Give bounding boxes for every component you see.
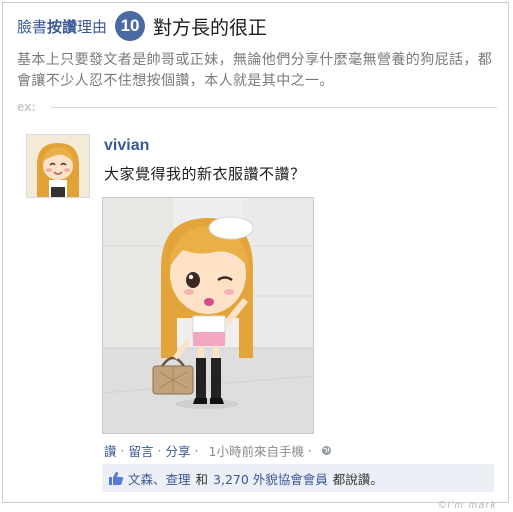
post-card: 臉書按讚理由 10 對方長的很正 基本上只要發文者是帥哥或正妹，無論他們分享什麼… [2, 2, 509, 503]
divider-line [51, 107, 497, 108]
like-link[interactable]: 讚 [104, 441, 117, 460]
tip-description: 基本上只要發文者是帥哥或正妹，無論他們分享什麼毫無營養的狗屁話，都會讓不少人忍不… [17, 52, 493, 89]
tip-header: 臉書按讚理由 10 對方長的很正 [17, 11, 267, 41]
tip-title: 對方長的很正 [153, 16, 268, 39]
post-text: 大家覺得我的新衣服讚不讚？ [104, 165, 306, 183]
post-timestamp[interactable]: 1小時前來自手機 [209, 441, 304, 460]
separator: · [307, 443, 312, 458]
separator: · [157, 443, 162, 458]
thumbs-up-icon [109, 471, 124, 485]
post-actions: 讚 · 留言 · 分享 · 1小時前來自手機 · [104, 441, 332, 460]
post-photo[interactable] [102, 197, 314, 434]
post-author[interactable]: vivian [104, 137, 149, 155]
avatar[interactable] [26, 134, 90, 198]
other-likers-link[interactable]: 3,270 外貌協會會員 [213, 469, 328, 488]
example-label: ex: [17, 99, 36, 114]
series-label: 臉書按讚理由 [17, 17, 108, 36]
share-link[interactable]: 分享 [166, 441, 191, 460]
separator: · [194, 443, 199, 458]
liker-names[interactable]: 文森、查理 [128, 469, 191, 488]
likes-conjunction: 和 [195, 471, 209, 487]
example-divider: ex: [17, 99, 497, 115]
globe-icon[interactable] [321, 445, 332, 456]
tip-number-badge: 10 [115, 11, 146, 41]
likes-bar: 文森、查理 和 3,270 外貌協會會員 都說讚。 [102, 464, 494, 492]
separator: · [120, 443, 125, 458]
comment-link[interactable]: 留言 [129, 441, 154, 460]
watermark: ©i'm mark [438, 500, 497, 511]
likes-suffix: 都說讚。 [332, 471, 383, 487]
